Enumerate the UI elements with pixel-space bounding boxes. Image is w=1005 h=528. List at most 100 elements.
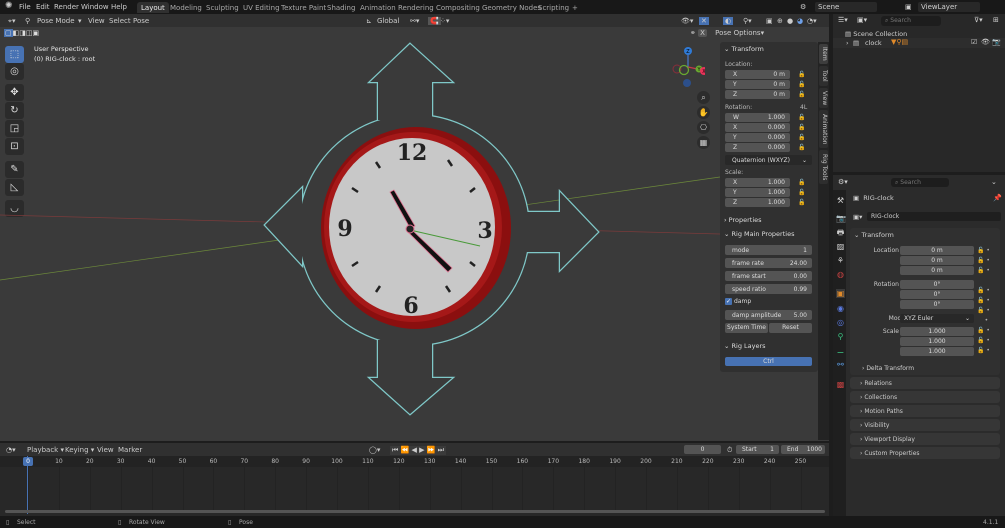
tab-shading[interactable]: Shading: [323, 2, 359, 13]
rotation-y-input[interactable]: 0°: [900, 290, 974, 299]
editor-type-icon[interactable]: ⚙▾: [838, 178, 848, 186]
speed-ratio-field[interactable]: speed ratio 0.99: [725, 284, 812, 294]
expand-icon[interactable]: ›: [846, 39, 849, 47]
menu-view[interactable]: View: [97, 446, 114, 454]
playhead-frame[interactable]: 0: [23, 457, 33, 466]
object-data-armature-icon[interactable]: ⚲: [836, 332, 845, 341]
tab-compositing[interactable]: Compositing: [432, 2, 484, 13]
rotation-y-field[interactable]: Y 0.000: [725, 133, 790, 142]
eye-icon[interactable]: 👁: [981, 38, 990, 46]
rotation-mode-select[interactable]: Quaternion (WXYZ) ⌄: [725, 155, 812, 165]
blender-logo-icon[interactable]: ✺: [5, 1, 13, 11]
transform-orientation-select[interactable]: Global: [377, 17, 399, 25]
tab-modeling[interactable]: Modeling: [166, 2, 206, 13]
tab-rig-tools[interactable]: Rig Tools: [819, 150, 828, 184]
outliner-row-clock[interactable]: › ▤ clock ▼⚲▤ ☑ 👁 📷: [833, 38, 1005, 48]
lock-column[interactable]: 🔓 • 🔓 • 🔓 • 🔓 • 🔓 • 🔓 • • 🔓 • 🔓 • 🔓 •: [977, 246, 990, 356]
rotation-lock-4l[interactable]: 4L: [800, 104, 807, 111]
rotation-w-field[interactable]: W 1.000: [725, 113, 790, 122]
world-tab-icon[interactable]: ◍: [836, 270, 845, 279]
properties-search-input[interactable]: ⌕ Search: [891, 178, 949, 187]
rig-main-properties-header[interactable]: ⌄ Rig Main Properties: [724, 230, 794, 238]
frame-start-field[interactable]: frame start 0.00: [725, 271, 812, 281]
texture-tab-icon[interactable]: ▩: [836, 380, 845, 389]
rig-layers-header[interactable]: ⌄ Rig Layers: [724, 342, 766, 350]
menu-help[interactable]: Help: [111, 3, 127, 11]
location-x-field[interactable]: X0 m: [725, 70, 790, 79]
tab-view[interactable]: View: [819, 88, 828, 108]
tab-item[interactable]: Item: [819, 44, 828, 64]
snap-mode-icon[interactable]: ⁘▾: [440, 17, 449, 25]
scale-z-field[interactable]: Z 1.000: [725, 198, 790, 207]
add-workspace-button[interactable]: +: [568, 2, 582, 13]
menu-marker[interactable]: Marker: [118, 446, 142, 454]
editor-type-icon[interactable]: ◔▾: [6, 446, 16, 454]
shading-solid-icon[interactable]: ●: [787, 17, 793, 25]
xray-icon[interactable]: ▣: [766, 17, 773, 25]
overlay-toggle-icon[interactable]: ◐: [723, 17, 734, 25]
lock-icon[interactable]: 🔓: [798, 124, 805, 131]
zoom-icon[interactable]: ⌕: [697, 91, 710, 104]
shading-material-icon[interactable]: ◕: [797, 17, 803, 25]
scale-x-field[interactable]: X 1.000: [725, 178, 790, 187]
menu-playback[interactable]: Playback ▾: [27, 446, 64, 454]
playback-controls[interactable]: ⏮ ⏪ ◀ ▶ ⏩ ⏭: [390, 446, 446, 455]
section-visibility[interactable]: › Visibility: [850, 419, 1000, 431]
scale-x-input[interactable]: 1.000: [900, 327, 974, 336]
timeline-scrollbar[interactable]: [5, 510, 825, 513]
chevron-down-icon[interactable]: ⌄: [991, 178, 997, 186]
camera-icon[interactable]: 📷: [992, 38, 1001, 46]
object-name-field[interactable]: RIG-clock: [867, 212, 1001, 221]
mode-selector[interactable]: Pose Mode: [37, 17, 75, 25]
rotation-x-field[interactable]: X 0.000: [725, 123, 790, 132]
physics-tab-icon[interactable]: ◎: [836, 318, 845, 327]
new-collection-icon[interactable]: ⊞: [993, 16, 999, 24]
scene-tab-icon[interactable]: ⚘: [836, 256, 845, 265]
pose-options-dropdown[interactable]: Pose Options: [715, 29, 760, 37]
damp-checkbox[interactable]: ✓: [725, 298, 732, 305]
lock-icon[interactable]: 🔓: [798, 81, 805, 88]
ctrl-layer-button[interactable]: Ctrl: [725, 357, 812, 366]
delta-transform-header[interactable]: › Delta Transform: [862, 365, 914, 372]
lock-icon[interactable]: 🔓: [798, 189, 805, 196]
menu-select[interactable]: Select: [109, 17, 131, 25]
object-tab-icon[interactable]: ▣: [836, 289, 845, 298]
lock-icon[interactable]: 🔓: [798, 144, 805, 151]
section-collections[interactable]: › Collections: [850, 391, 1000, 403]
pivot-icon[interactable]: ⚯▾: [410, 17, 419, 25]
tab-animation[interactable]: Animation: [819, 110, 828, 148]
view-layer-tab-icon[interactable]: ▨: [836, 242, 845, 251]
damp-amplitude-field[interactable]: damp amplitude 5.00: [725, 310, 812, 320]
outliner-search-input[interactable]: ⌕ Search: [881, 16, 941, 26]
filter-view-icon[interactable]: ▣▾: [857, 16, 867, 24]
mode-field[interactable]: mode 1: [725, 245, 812, 255]
location-y-input[interactable]: 0 m: [900, 256, 974, 265]
clock-scene[interactable]: 12 3 6 9: [0, 27, 720, 441]
scene-selector[interactable]: Scene: [815, 2, 877, 12]
end-frame-field[interactable]: End 1000: [781, 445, 825, 454]
gizmo-toggle-icon[interactable]: ✕: [699, 17, 709, 25]
menu-edit[interactable]: Edit: [36, 3, 50, 11]
object-data-icon[interactable]: ▣▾: [853, 213, 862, 221]
rotation-x-input[interactable]: 0°: [900, 280, 974, 289]
perspective-toggle-icon[interactable]: ▦: [697, 136, 710, 149]
render-tab-icon[interactable]: 📷: [836, 214, 846, 223]
xray-bone-icon[interactable]: ⚲▾: [743, 17, 752, 25]
menu-pose[interactable]: Pose: [133, 17, 149, 25]
editor-type-icon[interactable]: ⌖▾: [8, 17, 15, 26]
transform-panel-header[interactable]: ⌄ Transform: [724, 45, 764, 53]
scene-collection[interactable]: ▤ Scene Collection: [845, 30, 907, 38]
lock-icon[interactable]: 🔓: [798, 199, 805, 206]
system-time-button[interactable]: System Time: [725, 323, 768, 333]
auto-key-icon[interactable]: ◯▾: [369, 446, 380, 454]
menu-view[interactable]: View: [88, 17, 105, 25]
display-mode-icon[interactable]: ☰▾: [838, 16, 848, 24]
tab-tool[interactable]: Tool: [819, 66, 828, 86]
scale-z-input[interactable]: 1.000: [900, 347, 974, 356]
exclude-checkbox[interactable]: ☑: [971, 38, 977, 46]
menu-keying[interactable]: Keying ▾: [65, 446, 94, 454]
properties-panel-header[interactable]: › Properties: [724, 216, 762, 224]
shading-rendered-icon[interactable]: ◔▾: [807, 17, 817, 25]
snap-icon[interactable]: 🧲: [428, 17, 441, 25]
menu-render[interactable]: Render: [54, 3, 79, 11]
